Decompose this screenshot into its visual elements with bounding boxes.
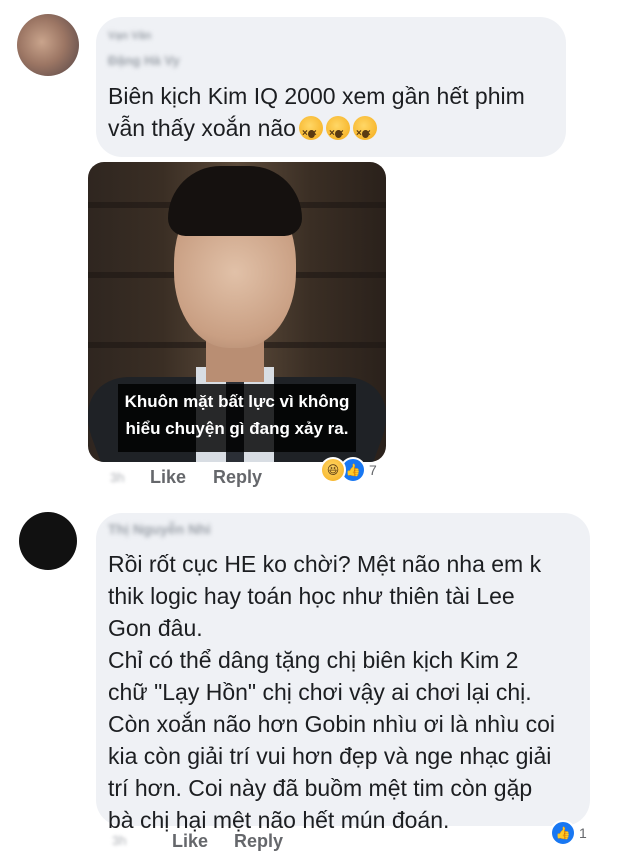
reaction-count: 7 (369, 462, 377, 478)
reaction-summary[interactable]: 👍 1 (550, 820, 587, 846)
haha-reaction-icon: 😆 (320, 457, 346, 483)
dizzy-face-icon (298, 116, 323, 140)
reply-button[interactable]: Reply (234, 831, 283, 852)
comment-author-name[interactable]: Thị Nguyễn Nhi (108, 521, 211, 537)
comment-line: chữ "Lạy Hồn" chị chơi vậy ai chơi lại c… (108, 679, 532, 705)
image-caption: Khuôn mặt bất lực vì không hiểu chuyện g… (118, 384, 356, 452)
comment-line: Rồi rốt cục HE ko chời? Mệt não nha em k (108, 551, 542, 577)
like-reaction-icon: 👍 (550, 820, 576, 846)
comment-timestamp[interactable]: 3h (112, 833, 126, 848)
comment-line: kia còn giải trí vui hơn đẹp và nge nhạc… (108, 743, 552, 769)
commenter-avatar-1[interactable] (17, 14, 79, 76)
comment-author-name[interactable]: Đặng Hà Vy (108, 53, 180, 68)
hair (168, 166, 302, 236)
dizzy-face-icon (325, 116, 350, 140)
like-button[interactable]: Like (172, 831, 208, 852)
like-button[interactable]: Like (150, 467, 186, 488)
comment-author-secondary[interactable]: Vạn Vân (108, 30, 151, 42)
dizzy-face-icon (352, 116, 377, 140)
comment-text-1: Biên kịch Kim IQ 2000 xem gần hết phim v… (108, 80, 558, 144)
comment-line: Gon đâu. (108, 615, 203, 641)
reply-button[interactable]: Reply (213, 467, 262, 488)
comment-timestamp[interactable]: 3h (110, 470, 124, 485)
comment-text-2: Rồi rốt cục HE ko chời? Mệt não nha em k… (108, 548, 578, 836)
comment-line: thik logic hay toán học như thiên tài Le… (108, 583, 515, 609)
comment-line: Còn xoắn não hơn Gobin nhìu ơi là nhìu c… (108, 711, 556, 737)
reaction-summary[interactable]: 😆 👍 7 (320, 457, 377, 483)
comment-line: vẫn thấy xoắn não (108, 115, 296, 141)
comment-line-with-emoji: vẫn thấy xoắn não (108, 112, 558, 144)
comment-line: trí hơn. Coi này đã buồm mệt tim còn gặp (108, 775, 533, 801)
caption-line: hiểu chuyện gì đang xảy ra. (125, 419, 349, 438)
reaction-count: 1 (579, 825, 587, 841)
comment-line: Biên kịch Kim IQ 2000 xem gần hết phim (108, 83, 525, 109)
commenter-avatar-2[interactable] (19, 512, 77, 570)
comment-attached-image[interactable]: Khuôn mặt bất lực vì không hiểu chuyện g… (88, 162, 386, 462)
caption-line: Khuôn mặt bất lực vì không (124, 392, 350, 411)
comment-line: Chỉ có thể dâng tặng chị biên kịch Kim 2 (108, 647, 519, 673)
